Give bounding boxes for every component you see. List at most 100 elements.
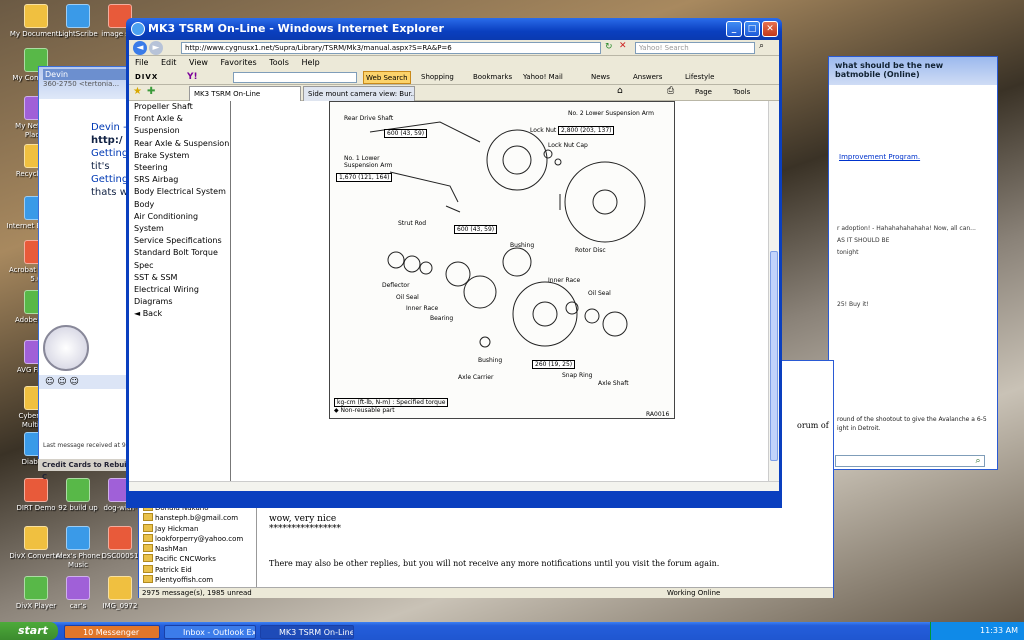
nav-link[interactable]: Steering (129, 162, 230, 174)
yahoo-button[interactable]: Y! (187, 70, 198, 85)
lifestyle-button[interactable]: Lifestyle (685, 70, 714, 85)
diagram-label: Inner Race (548, 277, 581, 284)
exploded-diagram: Rear Drive Shaft No. 2 Lower Suspension A… (329, 101, 675, 419)
nav-link[interactable]: Rear Axle & Suspension (129, 138, 230, 150)
chat-search-icon[interactable]: ⌕ (971, 455, 985, 467)
messenger-ad[interactable]: Credit Cards to Rebuild C (38, 459, 138, 481)
nav-link[interactable]: Air Conditioning System (129, 211, 230, 235)
forward-icon[interactable]: ► (149, 41, 163, 55)
tools-button[interactable]: Tools (733, 88, 750, 96)
torque-spec-box: 600 (43, 59) (384, 129, 428, 138)
answers-button[interactable]: Answers (633, 70, 662, 85)
tab-mk3-tsrm[interactable]: MK3 TSRM On-Line (189, 86, 301, 101)
nav-link[interactable]: Propeller Shaft (129, 101, 230, 113)
yahoo-toolbar: DIVX Y! Web Search Shopping Bookmarks Ya… (129, 70, 779, 85)
task-ie[interactable]: MK3 TSRM On-Line - ... (260, 625, 354, 639)
diagram-label: Snap Ring (562, 372, 593, 379)
notify-text: There may also be other replies, but you… (269, 559, 720, 568)
web-search-button[interactable]: Web Search (363, 71, 411, 84)
divx-button[interactable]: DIVX (135, 70, 158, 85)
outlook-statusbar: 2975 message(s), 1985 unread Working Onl… (139, 587, 833, 598)
minimize-button[interactable]: _ (726, 21, 742, 37)
nav-link[interactable]: Electrical Wiring Diagrams (129, 284, 230, 308)
news-button[interactable]: News (591, 70, 610, 85)
emoticon-bar[interactable]: ☺ ☺ ☺ (39, 375, 137, 389)
menu-tools[interactable]: Tools (269, 58, 289, 67)
stop-icon[interactable]: ✕ (619, 41, 627, 51)
diagram-label: Bushing (510, 242, 535, 249)
refresh-icon[interactable]: ↻ (605, 42, 613, 52)
nav-link[interactable]: Standard Bolt Torque Spec (129, 247, 230, 271)
nav-link[interactable]: Body Electrical System (129, 186, 230, 198)
add-favorite-icon[interactable]: ✚ (147, 86, 155, 97)
diagram-label: No. 2 Lower Suspension Arm (568, 110, 654, 117)
chat-title: what should be the new batmobile (Online… (835, 61, 944, 79)
contact-list: Donald Nakano hansteph.b@gmail.com Jay H… (139, 501, 257, 587)
message-count: 2975 message(s), 1985 unread (142, 589, 252, 597)
app-icon (66, 576, 90, 600)
task-outlook[interactable]: Inbox - Outlook Express (164, 625, 256, 639)
nav-link[interactable]: SST & SSM (129, 272, 230, 284)
diagram-label: Lock Nut (530, 127, 557, 134)
reply-stars: **************** (269, 524, 341, 534)
chat-window[interactable]: what should be the new batmobile (Online… (828, 56, 998, 470)
diagram-label: Axle Carrier (458, 374, 494, 381)
diagram-label: Suspension Arm (344, 162, 393, 169)
menu-help[interactable]: Help (301, 58, 319, 67)
clock-text: 11:33 AM (980, 626, 1018, 635)
diagram-label: Bearing (430, 315, 454, 322)
start-button[interactable]: start (0, 622, 58, 640)
nav-link[interactable]: Front Axle & Suspension (129, 113, 230, 137)
tab-row: ★ ✚ MK3 TSRM On-Line Side mount camera v… (129, 85, 779, 101)
diagram-label: RA0016 (646, 411, 670, 418)
nav-link[interactable]: Service Specifications (129, 235, 230, 247)
address-row: ◄ ► http://www.cygnusx1.net/Supra/Librar… (129, 40, 779, 56)
ie-logo-icon (131, 22, 145, 36)
chat-forum-text: round of the shootout to give the Avalan… (837, 416, 987, 432)
yahoo-mail-button[interactable]: Yahoo! Mail (523, 70, 563, 85)
menu-view[interactable]: View (189, 58, 208, 67)
vertical-scrollbar[interactable] (768, 101, 779, 481)
search-input[interactable]: Yahoo! Search (635, 42, 755, 54)
search-icon[interactable]: ⌕ (759, 41, 764, 51)
axle-drawing (369, 121, 646, 348)
task-messenger[interactable]: 10 Messenger (64, 625, 160, 639)
maximize-button[interactable]: □ (744, 21, 760, 37)
back-icon[interactable]: ◄ (133, 41, 147, 55)
print-icon[interactable]: ⎙ (667, 86, 674, 96)
nav-link[interactable]: SRS Airbag (129, 174, 230, 186)
bookmarks-button[interactable]: Bookmarks (473, 70, 512, 85)
yahoo-search-input[interactable] (233, 72, 357, 83)
app-icon (66, 526, 90, 550)
address-input[interactable]: http://www.cygnusx1.net/Supra/Library/TS… (181, 42, 601, 54)
diagram-label: Oil Seal (588, 290, 611, 297)
app-icon (108, 576, 132, 600)
desktop-icon-label: DSC00051 (101, 552, 139, 560)
reply-text: wow, very nice (269, 514, 337, 524)
back-link[interactable]: ◄ Back (129, 308, 230, 320)
scroll-thumb[interactable] (770, 251, 778, 461)
chat-input[interactable] (835, 455, 985, 467)
app-icon (24, 526, 48, 550)
menu-file[interactable]: File (135, 58, 148, 67)
favorites-star-icon[interactable]: ★ (133, 86, 142, 97)
messenger-window[interactable]: Devin 360-2750 <tertonia... Devin - s ht… (38, 66, 138, 481)
tab-side-mount[interactable]: Side mount camera view: Bur... (303, 86, 415, 101)
diagram-label: Deflector (382, 282, 410, 289)
menu-edit[interactable]: Edit (161, 58, 177, 67)
shopping-button[interactable]: Shopping (421, 70, 454, 85)
horizontal-scrollbar[interactable] (129, 481, 779, 491)
nav-sidebar: Propeller Shaft Front Axle & Suspension Re… (129, 101, 231, 491)
diagram-label: Lock Nut Cap (548, 142, 588, 149)
home-icon[interactable]: ⌂ (617, 86, 623, 96)
ie-window[interactable]: MK3 TSRM On-Line - Windows Internet Expl… (126, 18, 782, 508)
menu-favorites[interactable]: Favorites (221, 58, 257, 67)
close-button[interactable]: ✕ (762, 21, 778, 37)
page-button[interactable]: Page (695, 88, 712, 96)
nav-link[interactable]: Brake System (129, 150, 230, 162)
ie-titlebar[interactable]: MK3 TSRM On-Line - Windows Internet Expl… (126, 18, 782, 40)
diagram-legend: kg-cm (ft-lb, N-m) : Specified torque ◆ … (334, 398, 449, 414)
chat-link[interactable]: Improvement Program. (839, 153, 920, 161)
diagram-label: Rear Drive Shaft (344, 115, 394, 122)
nav-link[interactable]: Body (129, 199, 230, 211)
